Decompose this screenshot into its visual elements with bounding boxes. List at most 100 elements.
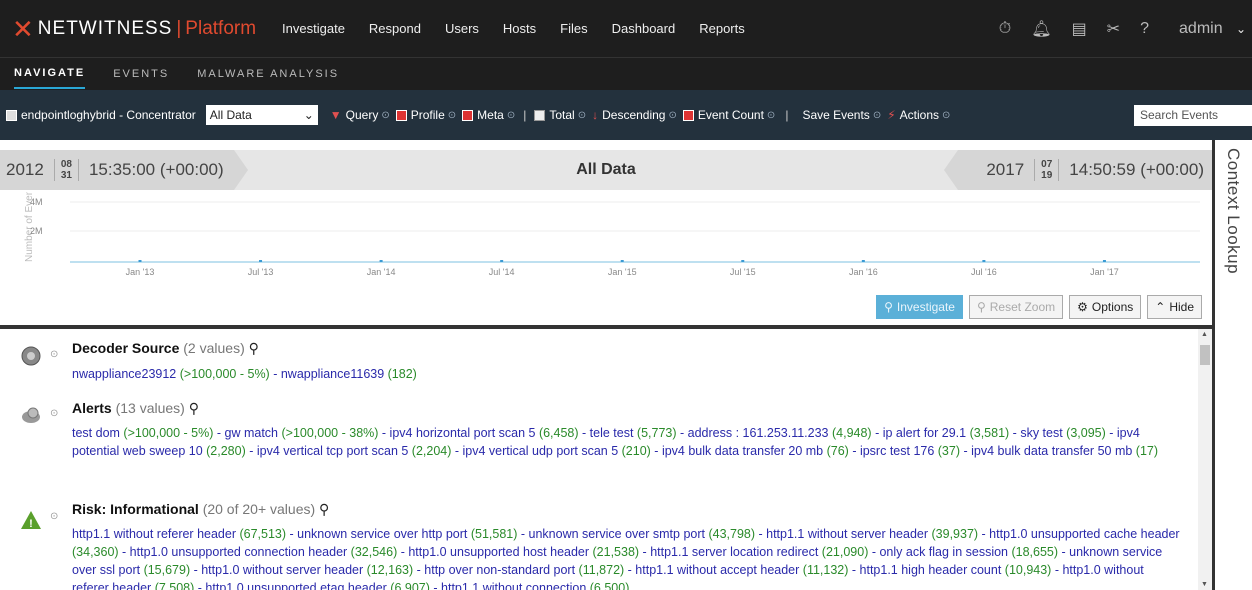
meta-value-link[interactable]: http1.1 server location redirect (21,090…	[650, 545, 868, 559]
notifications-icon[interactable]: 🔔︎	[1031, 19, 1051, 39]
meta-value-link[interactable]: test dom (>100,000 - 5%)	[72, 426, 213, 440]
query-menu[interactable]: ▼ Query ⊙	[330, 108, 390, 122]
hide-button[interactable]: ⌃ Hide	[1147, 295, 1202, 319]
meta-value-link[interactable]: http1.1 without server header (39,937)	[766, 527, 978, 541]
meta-menu[interactable]: Meta ⊙	[462, 108, 515, 122]
collapse-icon[interactable]: ⊙	[50, 349, 58, 360]
meta-value-link[interactable]: tele test (5,773)	[590, 426, 677, 440]
nav-dashboard[interactable]: Dashboard	[612, 21, 676, 36]
data-point[interactable]	[1102, 260, 1106, 262]
sort-menu[interactable]: ↓ Descending ⊙	[592, 108, 677, 122]
meta-values: http1.1 without referer header (67,513) …	[72, 525, 1182, 590]
search-icon[interactable]: ⚲	[189, 400, 199, 416]
meta-value-link[interactable]: ipv4 bulk data transfer 20 mb (76)	[662, 444, 849, 458]
meta-value-link[interactable]: ipv4 vertical udp port scan 5 (210)	[463, 444, 651, 458]
tools-icon[interactable]: ✂	[1107, 19, 1120, 39]
service-label: endpointloghybrid - Concentrator	[21, 108, 196, 122]
profile-menu[interactable]: Profile ⊙	[395, 108, 456, 122]
collapse-icon[interactable]: ⊙	[50, 511, 58, 522]
meta-value-link[interactable]: ip alert for 29.1 (3,581)	[883, 426, 1009, 440]
nav-respond[interactable]: Respond	[369, 21, 421, 36]
logo[interactable]: ✕ NETWITNESS | Platform	[12, 0, 256, 57]
clipboard-icon[interactable]: ▤	[1072, 19, 1087, 39]
search-events-input[interactable]: Search Events	[1134, 105, 1252, 126]
meta-value-count: (21,538)	[589, 545, 640, 559]
nav-users[interactable]: Users	[445, 21, 479, 36]
help-icon[interactable]: ?	[1140, 20, 1149, 38]
meta-value-link[interactable]: unknown service over smtp port (43,798)	[529, 527, 756, 541]
chevron-circle-icon: ⊙	[577, 109, 587, 121]
nav-reports[interactable]: Reports	[699, 21, 745, 36]
actions-menu[interactable]: ⚡ Actions ⊙	[887, 108, 950, 122]
meta-value-link[interactable]: http1.1 without connection (6,500)	[441, 581, 629, 590]
meta-value-link[interactable]: nwappliance23912 (>100,000 - 5%)	[72, 367, 270, 381]
meta-value-link[interactable]: address : 161.253.11.233 (4,948)	[688, 426, 872, 440]
events-chart[interactable]: Number of Events 4M 2M Jan '13 Jul '13 Jan '…	[0, 182, 1238, 282]
meta-value-link[interactable]: http1.0 unsupported host header (21,538)	[408, 545, 639, 559]
meta-value-link[interactable]: http1.1 without accept header (11,132)	[635, 563, 848, 577]
value-separator: -	[871, 426, 883, 440]
end-time[interactable]: 2017 07 19 14:50:59 (+00:00)	[944, 150, 1212, 190]
meta-scrollbar[interactable]: ▲ ▼	[1198, 329, 1212, 590]
timer-icon[interactable]: ⏱	[999, 20, 1011, 38]
user-menu[interactable]: admin ⌄	[1169, 20, 1246, 38]
context-lookup-panel[interactable]: Context Lookup	[1212, 140, 1252, 590]
data-point[interactable]	[259, 260, 263, 262]
meta-group-header[interactable]: Alerts (13 values) ⚲	[72, 400, 199, 417]
end-date: 07 19	[1034, 159, 1060, 181]
total-menu[interactable]: Total ⊙	[534, 108, 586, 122]
tab-navigate[interactable]: NAVIGATE	[14, 59, 86, 89]
meta-group-header[interactable]: Decoder Source (2 values) ⚲	[72, 340, 259, 357]
data-point[interactable]	[138, 260, 142, 262]
tab-malware-analysis[interactable]: MALWARE ANALYSIS	[197, 68, 339, 80]
meta-value-link[interactable]: nwappliance11639 (182)	[281, 367, 417, 381]
scroll-up-icon[interactable]: ▲	[1201, 331, 1208, 338]
time-range-select[interactable]: All Data ⌄	[205, 105, 318, 125]
value-separator: -	[190, 563, 202, 577]
meta-value-link[interactable]: only ack flag in session (18,655)	[879, 545, 1058, 559]
meta-value-link[interactable]: http1.1 high header count (10,943)	[860, 563, 1052, 577]
search-icon[interactable]: ⚲	[249, 340, 259, 356]
meta-value-link[interactable]: http over non-standard port (11,872)	[424, 563, 624, 577]
service-selector[interactable]: endpointloghybrid - Concentrator	[6, 108, 196, 122]
value-separator: -	[676, 426, 688, 440]
meta-value-link[interactable]: sky test (3,095)	[1020, 426, 1105, 440]
meta-list: ⊙ Decoder Source (2 values) ⚲ nwapplianc…	[0, 329, 1198, 590]
meta-value-link[interactable]: ipv4 vertical tcp port scan 5 (2,204)	[257, 444, 452, 458]
data-point[interactable]	[982, 260, 986, 262]
collapse-icon[interactable]: ⊙	[50, 408, 58, 419]
save-events-menu[interactable]: Save Events ⊙	[802, 108, 881, 122]
nav-files[interactable]: Files	[560, 21, 587, 36]
data-point[interactable]	[620, 260, 624, 262]
event-count-menu[interactable]: Event Count ⊙	[682, 108, 775, 122]
reset-zoom-button[interactable]: ⚲ Reset Zoom	[968, 295, 1064, 319]
data-point[interactable]	[500, 260, 504, 262]
tab-events[interactable]: EVENTS	[113, 68, 169, 80]
meta-value-text: http1.0 unsupported host header	[408, 545, 590, 559]
meta-value-link[interactable]: gw match (>100,000 - 38%)	[225, 426, 379, 440]
nav-hosts[interactable]: Hosts	[503, 21, 536, 36]
meta-group-header[interactable]: Risk: Informational (20 of 20+ values) ⚲	[72, 501, 329, 518]
meta-value-link[interactable]: unknown service over http port (51,581)	[297, 527, 517, 541]
hide-label: Hide	[1169, 300, 1194, 314]
search-icon[interactable]: ⚲	[319, 501, 329, 517]
data-point[interactable]	[741, 260, 745, 262]
meta-value-link[interactable]: http1.0 without server header (12,163)	[201, 563, 413, 577]
meta-value-link[interactable]: http1.0 unsupported etag header (6,907)	[205, 581, 430, 590]
value-separator: -	[868, 545, 880, 559]
nav-investigate[interactable]: Investigate	[282, 21, 345, 36]
options-button[interactable]: ⚙ Options	[1069, 295, 1142, 319]
chevron-down-icon: ⌄	[303, 108, 314, 122]
meta-value-link[interactable]: ipv4 horizontal port scan 5 (6,458)	[390, 426, 579, 440]
meta-value-link[interactable]: ipv4 bulk data transfer 50 mb (17)	[971, 444, 1158, 458]
start-time[interactable]: 2012 08 31 15:35:00 (+00:00)	[0, 150, 248, 190]
meta-value-link[interactable]: http1.0 unsupported connection header (3…	[130, 545, 398, 559]
data-point[interactable]	[861, 260, 865, 262]
scroll-down-icon[interactable]: ▼	[1201, 581, 1208, 588]
meta-value-link[interactable]: ipsrc test 176 (37)	[860, 444, 960, 458]
scroll-thumb[interactable]	[1200, 345, 1210, 365]
investigate-button[interactable]: ⚲ Investigate	[876, 295, 963, 319]
data-point[interactable]	[379, 260, 383, 262]
meta-value-link[interactable]: http1.1 without referer header (67,513)	[72, 527, 286, 541]
meta-value-count: (11,132)	[799, 563, 849, 577]
